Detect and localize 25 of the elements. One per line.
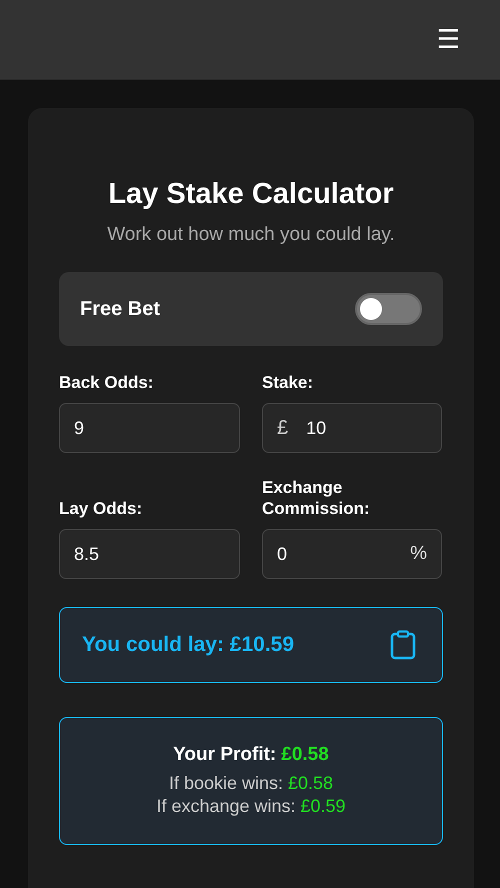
outcome-label: If exchange wins:	[156, 795, 296, 818]
free-bet-label: Free Bet	[80, 298, 160, 320]
field-value-input[interactable]: 0	[277, 544, 410, 564]
field-label: Back Odds:	[59, 372, 154, 393]
field-label: Lay Odds:	[59, 498, 144, 519]
profit-value: £0.58	[281, 744, 329, 766]
lay-stake-result: You could lay: £10.59	[82, 633, 294, 657]
outcome-value: £0.58	[288, 772, 334, 795]
field-label: Stake:	[262, 372, 314, 393]
outcome-value: £0.59	[300, 795, 346, 818]
subtitle: Work out how much you could lay.	[106, 223, 396, 247]
input-field[interactable]: £ 10	[262, 403, 442, 453]
free-bet-toggle[interactable]	[355, 293, 422, 325]
field-value-input[interactable]: 10	[306, 418, 427, 438]
field-label: Exchange Commission:	[262, 477, 371, 519]
field-value-input[interactable]: 8.5	[74, 544, 225, 564]
profit-label: Your Profit:	[173, 744, 276, 766]
input-field[interactable]: 9	[59, 403, 240, 453]
input-field[interactable]: 0 %	[262, 529, 442, 579]
field-value-input[interactable]: 9	[74, 418, 225, 438]
outcome-label: If bookie wins:	[168, 772, 283, 795]
menu-button[interactable]: ☰	[436, 26, 460, 52]
clipboard-icon[interactable]	[390, 630, 416, 660]
page-title: Lay Stake Calculator	[107, 177, 395, 212]
input-field[interactable]: 8.5	[59, 529, 240, 579]
